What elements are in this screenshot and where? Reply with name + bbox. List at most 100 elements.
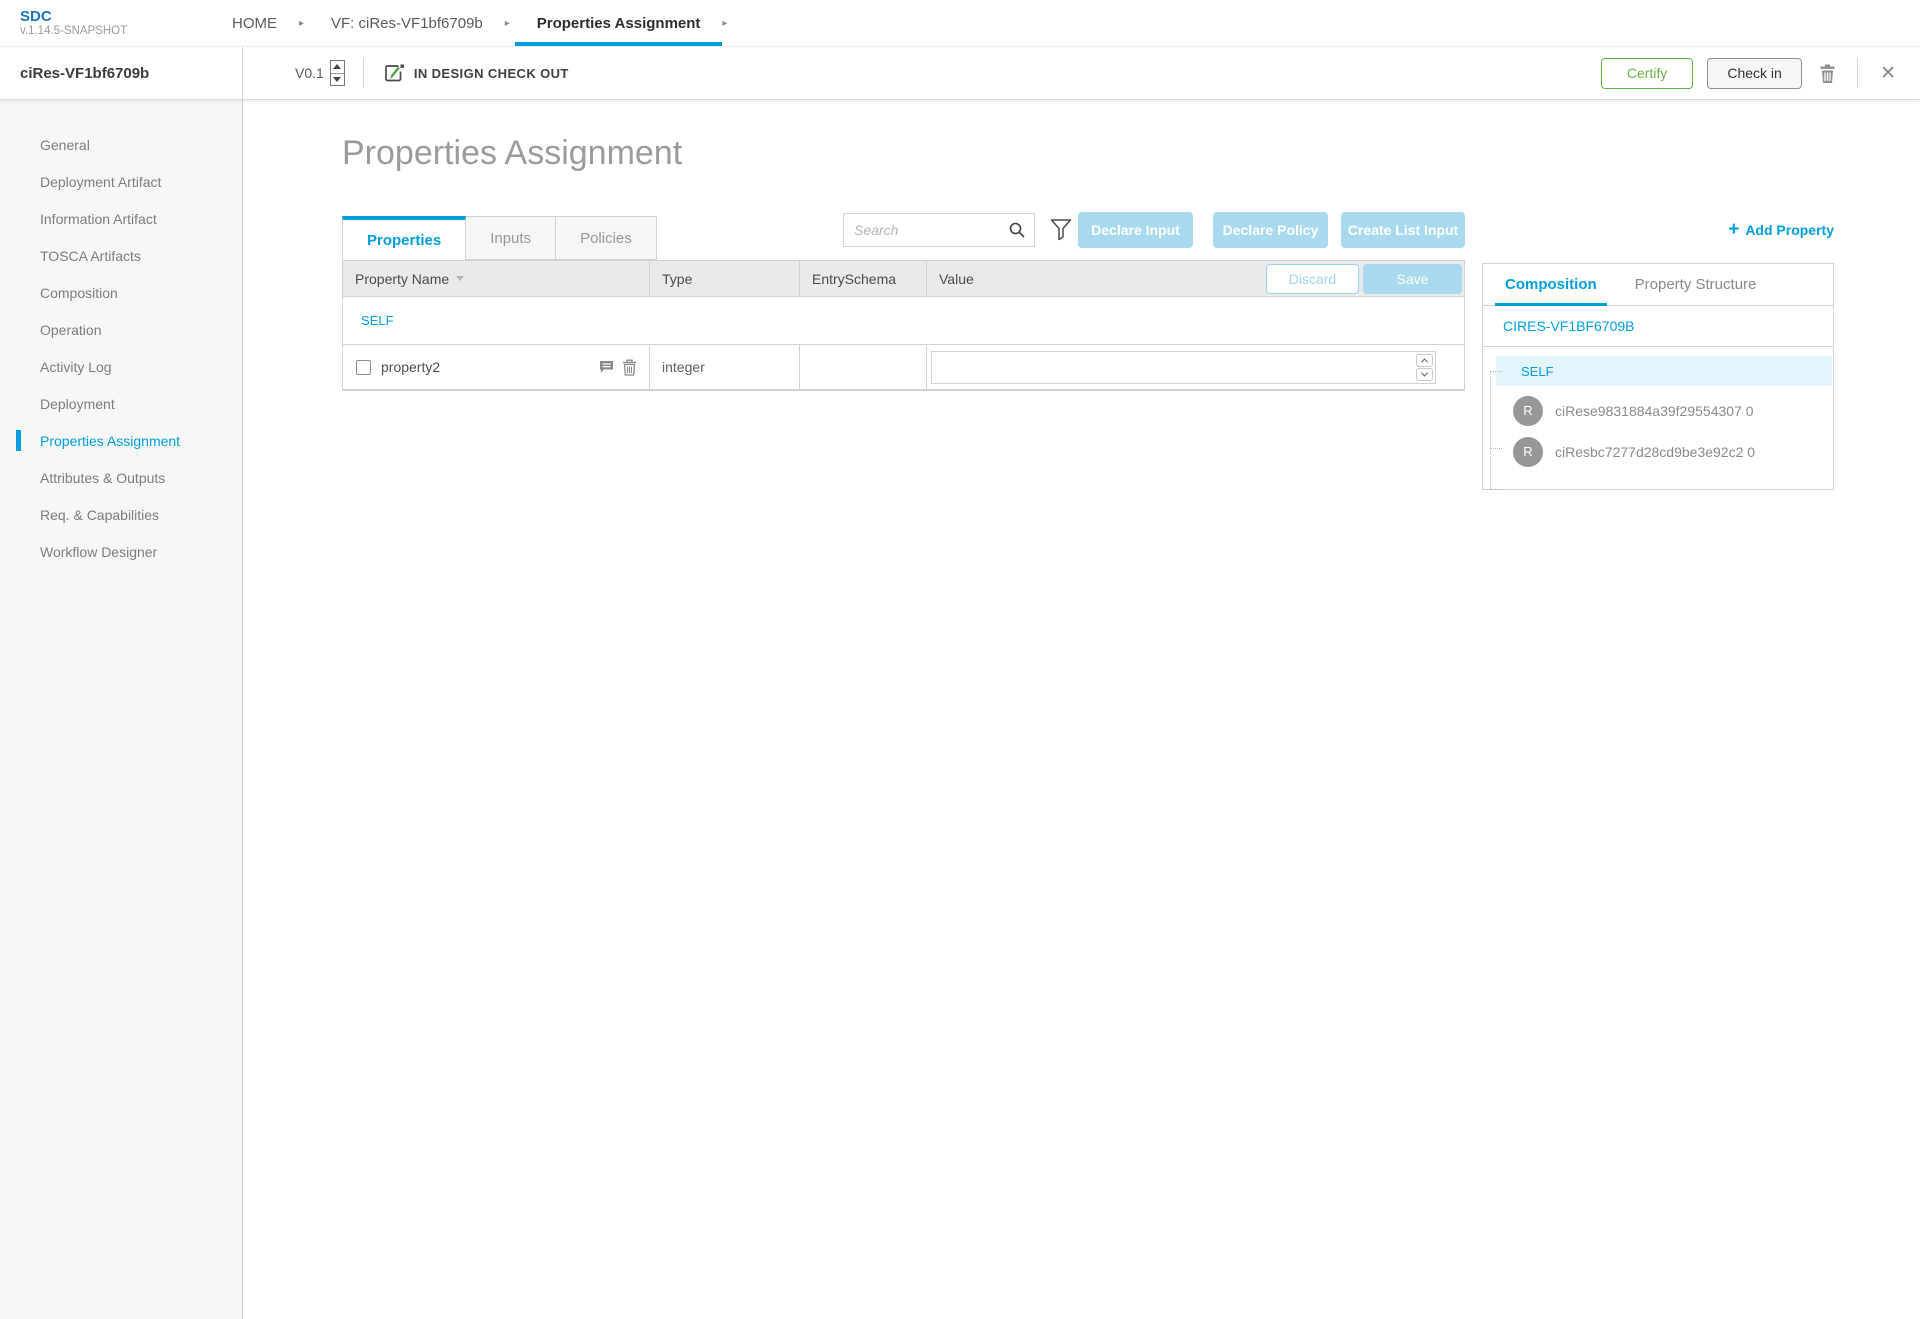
add-property-button[interactable]: + Add Property <box>1728 219 1834 240</box>
row-icons <box>599 359 649 376</box>
sidebar-item-activity-log[interactable]: Activity Log <box>0 348 242 385</box>
properties-tabs: Properties Inputs Policies <box>342 216 657 260</box>
declare-policy-button[interactable]: Declare Policy <box>1213 212 1328 248</box>
number-spinner <box>1416 353 1433 381</box>
sidebar-item-information-artifact[interactable]: Information Artifact <box>0 200 242 237</box>
search-input[interactable] <box>844 222 1000 238</box>
check-in-button[interactable]: Check in <box>1707 57 1803 89</box>
tab-property-structure[interactable]: Property Structure <box>1633 264 1759 305</box>
sidebar-item-label: Deployment Artifact <box>40 173 162 190</box>
properties-table: Property Name Type EntrySchema Value Dis… <box>342 260 1465 391</box>
sidebar-item-workflow-designer[interactable]: Workflow Designer <box>0 533 242 570</box>
delete-component-icon[interactable] <box>1816 61 1839 86</box>
component-header: ciRes-VF1bf6709b V0.1 IN DESIGN CHECK OU… <box>0 47 1920 100</box>
spinner-up-icon[interactable] <box>1416 353 1433 367</box>
breadcrumb-separator-icon <box>722 18 732 29</box>
table-row[interactable]: property2 integer <box>343 345 1464 390</box>
sidebar-item-tosca-artifacts[interactable]: TOSCA Artifacts <box>0 237 242 274</box>
tree-item-self[interactable]: SELF <box>1496 356 1832 386</box>
sidebar-item-label: General <box>40 136 90 153</box>
main-content: Properties Assignment Properties Inputs … <box>243 100 1920 1319</box>
sidebar-item-label: Attributes & Outputs <box>40 469 166 486</box>
property-name: property2 <box>381 359 441 375</box>
filter-icon[interactable] <box>1050 218 1072 242</box>
page-title: Properties Assignment <box>342 134 683 172</box>
header-actions: Certify Check in <box>1601 57 1920 89</box>
tab-inputs[interactable]: Inputs <box>466 216 557 260</box>
value-input[interactable] <box>931 350 1436 384</box>
sidebar-item-operation[interactable]: Operation <box>0 311 242 348</box>
hierarchy-component-row[interactable]: CIRES-VF1BF6709B <box>1483 306 1833 347</box>
property-type: integer <box>662 359 705 375</box>
tree-connector <box>1490 371 1502 372</box>
sidebar-item-req-capabilities[interactable]: Req. & Capabilities <box>0 496 242 533</box>
sidebar-item-label: Activity Log <box>40 358 112 375</box>
discard-button[interactable]: Discard <box>1266 264 1359 294</box>
create-list-input-button[interactable]: Create List Input <box>1341 212 1465 248</box>
property-type-cell: integer <box>649 345 799 389</box>
state-label: IN DESIGN CHECK OUT <box>413 65 569 81</box>
add-property-label: Add Property <box>1745 222 1834 238</box>
column-header-type: Type <box>649 261 799 296</box>
hierarchy-tabs: Composition Property Structure <box>1483 264 1833 306</box>
version-down-icon[interactable] <box>331 74 344 86</box>
sidebar-item-deployment[interactable]: Deployment <box>0 385 242 422</box>
row-checkbox[interactable] <box>356 359 371 375</box>
app-name: SDC <box>20 8 52 25</box>
tab-properties[interactable]: Properties <box>342 216 467 260</box>
certify-button[interactable]: Certify <box>1601 57 1694 89</box>
plus-icon: + <box>1728 219 1740 240</box>
sidebar-item-label: Workflow Designer <box>40 543 158 560</box>
app-version: v.1.14.5-SNAPSHOT <box>20 25 128 37</box>
table-group-row-self[interactable]: SELF <box>343 297 1464 345</box>
search-box <box>843 213 1035 247</box>
sidebar-item-deployment-artifact[interactable]: Deployment Artifact <box>0 163 242 200</box>
sidebar-item-properties-assignment[interactable]: Properties Assignment <box>0 422 242 459</box>
sdc-logo[interactable]: SDC v.1.14.5-SNAPSHOT <box>0 8 210 38</box>
tree-item-resource-2[interactable]: R ciResbc7277d28cd9be3e92c2 0 <box>1483 431 1833 472</box>
tab-policies[interactable]: Policies <box>556 216 657 260</box>
version-group: V0.1 IN DESIGN CHECK OUT <box>295 58 569 88</box>
divider <box>1857 58 1859 88</box>
version-selector[interactable] <box>329 60 345 86</box>
sidebar-item-composition[interactable]: Composition <box>0 274 242 311</box>
resource-badge: R <box>1513 395 1543 426</box>
sidebar-item-label: TOSCA Artifacts <box>40 247 141 264</box>
tab-composition[interactable]: Composition <box>1495 264 1607 306</box>
sidebar-item-label: Deployment <box>40 395 115 412</box>
sidebar-item-general[interactable]: General <box>0 126 242 163</box>
version-up-icon[interactable] <box>330 61 344 74</box>
breadcrumb-separator-icon <box>299 18 309 29</box>
column-header-property-name[interactable]: Property Name <box>343 261 649 296</box>
top-nav: SDC v.1.14.5-SNAPSHOT HOME VF: ciRes-VF1… <box>0 0 1920 47</box>
save-button[interactable]: Save <box>1363 264 1462 294</box>
sidebar-item-label: Req. & Capabilities <box>40 506 160 523</box>
sidebar-item-label: Information Artifact <box>40 210 157 227</box>
tree-connector <box>1490 371 1491 489</box>
tree-self-label: SELF <box>1521 363 1554 379</box>
lifecycle-state: IN DESIGN CHECK OUT <box>382 62 569 85</box>
edit-pencil-icon <box>382 62 405 85</box>
tree-item-resource-1[interactable]: R ciRese9831884a39f29554307 0 <box>1483 390 1833 431</box>
breadcrumb-vf[interactable]: VF: ciRes-VF1bf6709b <box>309 0 505 46</box>
breadcrumb-home[interactable]: HOME <box>210 0 299 46</box>
sidebar-item-label: Operation <box>40 321 102 338</box>
resource-label: ciResbc7277d28cd9be3e92c2 0 <box>1555 443 1756 460</box>
sidebar-item-label: Properties Assignment <box>40 432 181 449</box>
annotation-icon[interactable] <box>599 360 614 374</box>
declare-input-button[interactable]: Declare Input <box>1078 212 1193 248</box>
sidebar-item-attributes-outputs[interactable]: Attributes & Outputs <box>0 459 242 496</box>
search-icon[interactable] <box>1000 222 1034 238</box>
property-name-cell: property2 <box>343 345 649 389</box>
property-value-cell <box>926 345 1464 389</box>
component-name: ciRes-VF1bf6709b <box>20 64 150 82</box>
breadcrumb-properties-assignment[interactable]: Properties Assignment <box>514 0 723 46</box>
tree-connector <box>1490 448 1502 449</box>
spinner-down-icon[interactable] <box>1416 367 1433 381</box>
table-actions: Discard Save <box>1266 264 1462 294</box>
divider <box>362 58 364 88</box>
delete-property-icon[interactable] <box>622 359 637 376</box>
close-icon[interactable] <box>1876 64 1900 83</box>
resource-badge: R <box>1513 436 1543 467</box>
resource-label: ciRese9831884a39f29554307 0 <box>1555 402 1754 419</box>
